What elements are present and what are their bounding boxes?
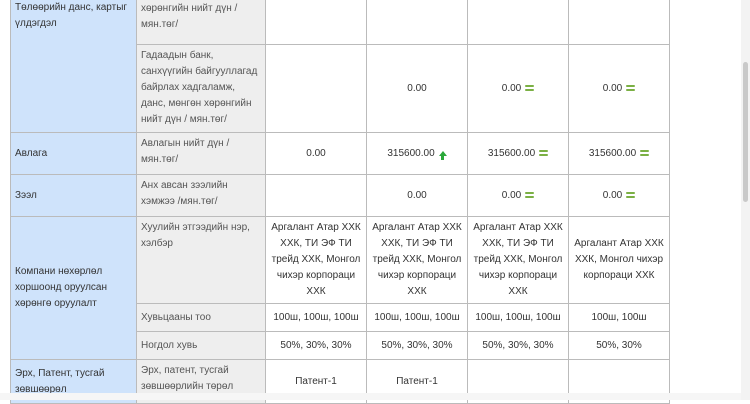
value-cell: 0.00: [568, 44, 670, 133]
value-text: 0.00: [501, 82, 522, 94]
value-text: 0.00: [501, 189, 522, 201]
value-text: 0.00: [602, 82, 623, 94]
value-cell: [265, 44, 367, 133]
table-row: Зээл Анх авсан зээлийн хэмжээ /мян.төг/ …: [10, 174, 670, 217]
equal-indicator-icon: [626, 191, 636, 199]
category-cell-receivables: Авлага: [10, 132, 137, 175]
value-cell: 0.00: [467, 174, 569, 217]
value-cell: [568, 0, 670, 45]
value-cell: [265, 174, 367, 217]
table-row: Авлага Авлагын нийт дүн / мян.төг/ 0.00 …: [10, 132, 670, 175]
value-cell: [366, 0, 468, 45]
value-cell: 315600.00: [568, 132, 670, 175]
equal-indicator-icon: [525, 84, 535, 92]
value-cell: Аргалант Атар ХХК ХХК, Монгол чихэр корп…: [568, 216, 670, 304]
up-arrow-icon: [438, 150, 447, 160]
value-cell: 100ш, 100ш, 100ш: [467, 303, 569, 332]
value-text: 315600.00: [487, 147, 536, 159]
subcategory-cell: Хувьцааны тоо: [136, 303, 266, 332]
value-text: 0.00: [602, 189, 623, 201]
value-cell: [467, 0, 569, 45]
value-cell: 100ш, 100ш, 100ш: [265, 303, 367, 332]
value-cell: 0.00: [467, 44, 569, 133]
value-cell: 100ш, 100ш: [568, 303, 670, 332]
subcategory-cell: Гадаадын банк, санхүүгийн байгууллагад б…: [136, 44, 266, 133]
subcategory-cell: Ногдол хувь: [136, 331, 266, 360]
value-cell: 50%, 30%: [568, 331, 670, 360]
equal-indicator-icon: [626, 84, 636, 92]
value-text: 315600.00: [588, 147, 637, 159]
value-cell: Аргалант Атар ХХК ХХК, ТИ ЭФ ТИ трейд ХХ…: [467, 216, 569, 304]
vertical-scrollbar-thumb[interactable]: [743, 62, 748, 202]
value-cell: 0.00: [568, 174, 670, 217]
value-cell: [265, 0, 367, 45]
subcategory-cell: Хуулийн этгээдийн нэр, хэлбэр: [136, 216, 266, 304]
value-cell: Аргалант Атар ХХК ХХК, ТИ ЭФ ТИ трейд ХХ…: [366, 216, 468, 304]
equal-indicator-icon: [640, 149, 650, 157]
value-cell: 50%, 30%, 30%: [366, 331, 468, 360]
category-cell-company-investment: Компани нөхөрлөл хоршоонд оруулсан хөрөн…: [10, 216, 137, 360]
value-cell: Аргалант Атар ХХК ХХК, ТИ ЭФ ТИ трейд ХХ…: [265, 216, 367, 304]
table-row: Төлөөрийн данс, картыг үлдэгдэл хөрөнгий…: [10, 0, 670, 133]
subcategory-cell: Авлагын нийт дүн / мян.төг/: [136, 132, 266, 175]
assets-table-container: Төлөөрийн данс, картыг үлдэгдэл хөрөнгий…: [10, 0, 670, 404]
value-text: 315600.00: [387, 147, 435, 159]
value-cell: 0.00: [366, 174, 468, 217]
value-cell: 50%, 30%, 30%: [265, 331, 367, 360]
value-cell: 315600.00: [366, 132, 468, 175]
assets-declaration-table: Төлөөрийн данс, картыг үлдэгдэл хөрөнгий…: [10, 0, 670, 404]
subcategory-cell: Анх авсан зээлийн хэмжээ /мян.төг/: [136, 174, 266, 217]
value-cell: 50%, 30%, 30%: [467, 331, 569, 360]
value-cell: 0.00: [366, 44, 468, 133]
equal-indicator-icon: [539, 149, 549, 157]
value-cell: 315600.00: [467, 132, 569, 175]
category-cell-loans: Зээл: [10, 174, 137, 217]
value-cell: 0.00: [265, 132, 367, 175]
horizontal-scrollbar[interactable]: [0, 393, 741, 400]
category-cell-bank: Төлөөрийн данс, картыг үлдэгдэл: [10, 0, 137, 133]
table-row: Компани нөхөрлөл хоршоонд оруулсан хөрөн…: [10, 216, 670, 360]
subcategory-cell: хөрөнгийн нийт дүн / мян.төг/: [136, 0, 266, 45]
value-cell: 100ш, 100ш, 100ш: [366, 303, 468, 332]
equal-indicator-icon: [525, 191, 535, 199]
